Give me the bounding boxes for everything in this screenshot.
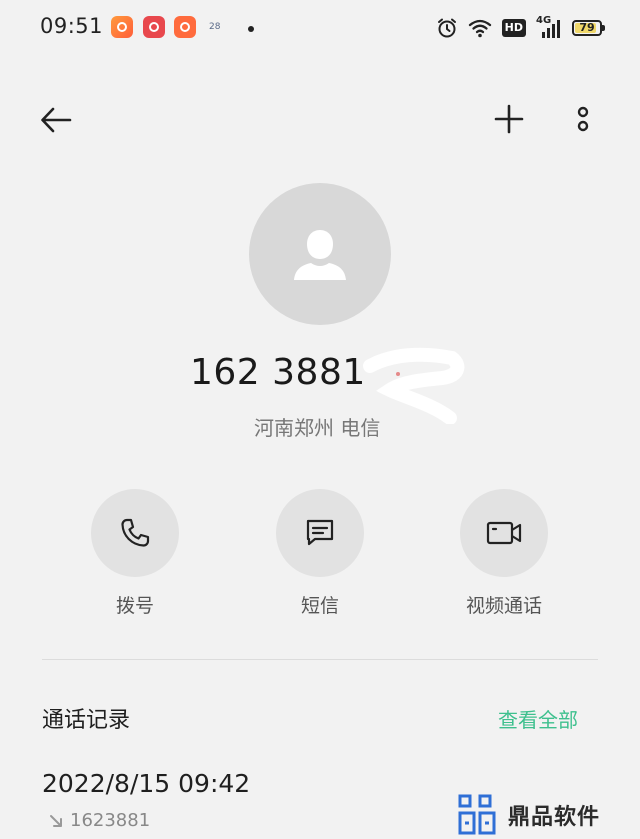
call-record-number: 1623881 xyxy=(70,810,151,831)
status-icons: HD 4G 79 xyxy=(436,14,605,42)
dial-label: 拨号 xyxy=(115,595,154,617)
person-icon xyxy=(294,230,346,280)
more-vertical-icon xyxy=(577,106,589,132)
hd-icon: HD xyxy=(501,19,526,37)
dial-button-circle[interactable] xyxy=(91,489,179,577)
sms-button-circle[interactable] xyxy=(276,489,364,577)
notification-app-icon-1 xyxy=(111,16,133,38)
phone-icon xyxy=(121,518,150,547)
battery-level: 79 xyxy=(579,21,595,34)
back-button[interactable] xyxy=(36,100,76,140)
dial-button[interactable]: 拨号 xyxy=(65,489,205,618)
number-location: 河南郑州 电信 xyxy=(254,416,381,440)
calendar-icon-text: 28 xyxy=(209,22,221,32)
sms-button[interactable]: 短信 xyxy=(250,489,390,618)
more-options-button[interactable] xyxy=(566,98,600,140)
plus-icon xyxy=(494,104,524,134)
notification-app-icon-2 xyxy=(143,16,165,38)
call-log-title: 通话记录 xyxy=(42,708,131,733)
alarm-icon xyxy=(437,18,456,38)
status-bar: 09:51 28 HD 4G 79 xyxy=(0,0,640,56)
watermark-text: 鼎品软件 xyxy=(508,804,601,830)
video-icon xyxy=(486,521,522,545)
more-notifications-dot xyxy=(248,26,254,32)
phone-number: 162 3881 xyxy=(190,352,366,393)
watermark-logo-icon xyxy=(458,794,496,834)
outgoing-call-arrow-icon xyxy=(50,814,62,827)
wifi-icon xyxy=(468,19,491,38)
status-time: 09:51 xyxy=(40,14,104,38)
video-call-label: 视频通话 xyxy=(465,595,542,617)
add-contact-button[interactable] xyxy=(488,98,530,140)
sms-label: 短信 xyxy=(300,595,339,617)
video-call-button[interactable]: 视频通话 xyxy=(434,489,574,618)
call-record-datetime[interactable]: 2022/8/15 09:42 xyxy=(42,769,250,798)
battery-icon: 79 xyxy=(572,20,605,36)
section-divider xyxy=(42,659,598,660)
watermark: 鼎品软件 xyxy=(454,790,640,839)
notification-app-icon-3 xyxy=(174,16,196,38)
message-icon xyxy=(306,519,334,546)
view-all-link[interactable]: 查看全部 xyxy=(498,704,578,733)
calendar-icon: 28 xyxy=(207,18,227,38)
contact-number-row: 162 3881 xyxy=(0,347,640,424)
signal-icon: 4G xyxy=(536,15,562,39)
contact-avatar xyxy=(249,183,391,325)
call-record-detail[interactable]: 1623881 xyxy=(48,810,150,831)
arrow-left-icon xyxy=(41,107,72,133)
video-call-button-circle[interactable] xyxy=(460,489,548,577)
